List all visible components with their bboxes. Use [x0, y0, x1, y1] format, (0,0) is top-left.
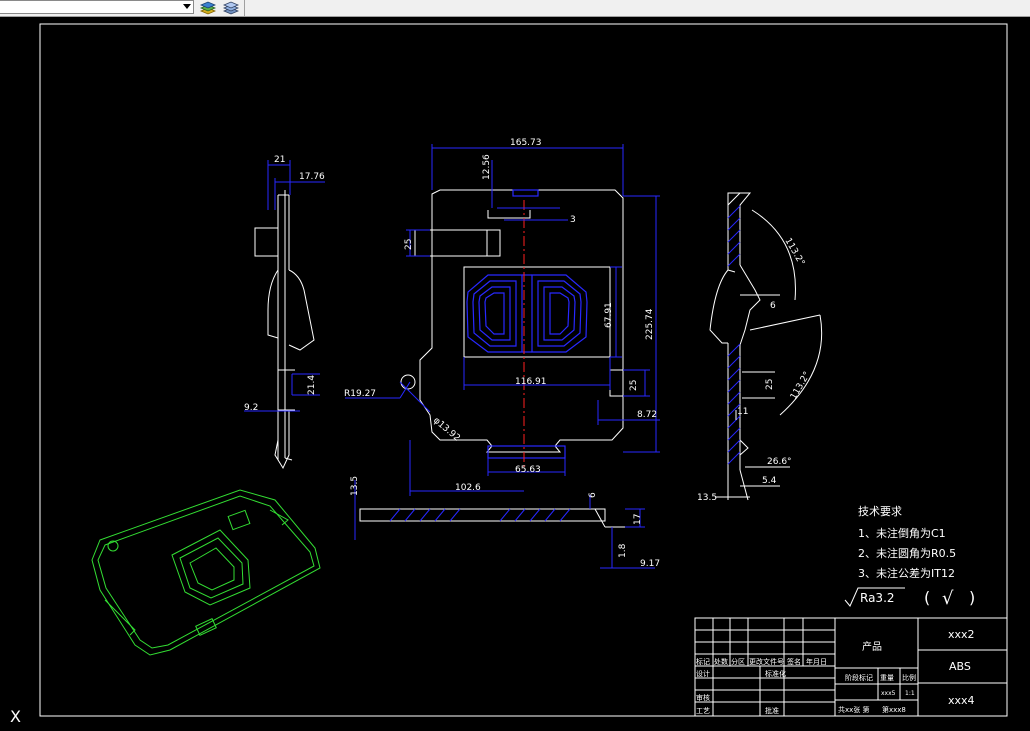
roughness-paren-close: ) [969, 588, 975, 607]
design-label: 设计 [696, 669, 710, 678]
dim-6-bottom: 6 [588, 492, 598, 498]
chevron-down-icon[interactable] [183, 4, 191, 9]
rev-header-3: 分区 [731, 657, 745, 666]
dim-angle1: 113.2° [782, 237, 806, 268]
dim-6: 6 [770, 301, 776, 311]
dim-5-4: 5.4 [762, 476, 777, 486]
dim-17-76: 17.76 [299, 172, 325, 182]
weight-value: xxx5 [881, 690, 896, 697]
dim-bottom-tab: 65.63 [515, 465, 541, 475]
part-no: xxx2 [948, 628, 975, 641]
scale-value: 1:1 [905, 690, 915, 697]
rev-header-4: 更改文件号 [749, 657, 784, 666]
dim-left-block: 25 [404, 239, 414, 250]
layer-previous-icon[interactable] [221, 0, 241, 15]
material: ABS [949, 660, 971, 673]
dim-width: 165.73 [510, 138, 542, 148]
standardize-label: 标准化 [765, 669, 786, 678]
dim-25: 25 [765, 379, 775, 390]
weight-label: 重量 [880, 674, 894, 682]
isometric-view [91, 489, 321, 656]
tech-title: 技术要求 [858, 505, 902, 518]
front-view-outline [400, 189, 624, 453]
dim-angle2: 113.2° [789, 370, 813, 401]
roughness-paren-open: ( [924, 588, 930, 607]
dim-radius: R19.27 [344, 389, 376, 399]
dim-tab-offset: 8.72 [637, 410, 657, 420]
roughness-symbol: Ra3.2 ( √ ) [844, 587, 975, 609]
dim-9-2: 9.2 [244, 403, 258, 413]
dim-top-offset: 12.56 [482, 154, 492, 180]
right-view-hatch [727, 205, 741, 465]
dim-window-height: 67.91 [604, 302, 614, 328]
layer-states-icon[interactable] [198, 0, 218, 15]
stage-mark-label: 阶段标记 [845, 673, 873, 682]
dim-13-5: 13.5 [697, 493, 717, 503]
product-label: 产品 [862, 640, 882, 653]
roughness-check: √ [942, 588, 954, 609]
dim-tab-height: 25 [629, 380, 639, 391]
rev-header-6: 年月日 [806, 657, 827, 666]
dim-left-offset: 102.6 [455, 483, 481, 493]
approve-label: 批准 [765, 706, 779, 715]
process-label: 工艺 [696, 707, 710, 715]
drawing-canvas[interactable]: 21 17.76 21.4 9.2 165.73 12.56 3 25 67.9… [0, 17, 1030, 731]
tech-item-1: 1、未注倒角为C1 [858, 526, 946, 540]
layer-dropdown[interactable] [0, 0, 194, 14]
scale-label: 比例 [902, 673, 916, 682]
dim-hole: φ13.92 [431, 416, 462, 444]
right-view-labels: 113.2° 6 25 113.2° 11 26.6° 5.4 13.5 [697, 237, 813, 504]
sheet-no: 第xxx8 [882, 705, 906, 714]
dim-slot: 3 [570, 215, 576, 225]
dim-21: 21 [274, 155, 285, 165]
bottom-view [359, 508, 625, 528]
bottom-view-labels: 13.5 6 17 1.8 9.17 [350, 476, 660, 569]
toolbar-separator [244, 0, 245, 16]
dim-total-height: 225.74 [645, 308, 655, 340]
rev-header-1: 标记 [696, 657, 710, 666]
bottom-view-hatch [389, 508, 571, 522]
bottom-view-dims [354, 480, 655, 569]
dim-17: 17 [633, 514, 643, 525]
sheets-label: 共xx张 第 [838, 705, 870, 714]
toolbar [0, 0, 1030, 17]
tech-requirements: 技术要求 1、未注倒角为C1 2、未注圆角为R0.5 3、未注公差为IT12 [858, 505, 956, 580]
drawing-no: xxx4 [948, 694, 975, 707]
rev-header-2: 处数 [714, 657, 728, 666]
roughness-value: Ra3.2 [860, 591, 895, 605]
rev-header-5: 签名 [787, 657, 801, 666]
tech-item-2: 2、未注圆角为R0.5 [858, 546, 956, 560]
ucs-icon: X [10, 707, 21, 726]
left-view [254, 190, 315, 470]
right-view [709, 192, 761, 501]
dim-21-4: 21.4 [307, 375, 317, 395]
dim-13-5-bottom: 13.5 [350, 476, 360, 496]
tech-item-3: 3、未注公差为IT12 [858, 566, 955, 580]
dim-11: 11 [737, 407, 748, 417]
dim-9-17: 9.17 [640, 559, 660, 569]
dim-26-6: 26.6° [767, 457, 792, 467]
dim-window-width: 116.91 [515, 377, 547, 387]
dim-1-8: 1.8 [618, 543, 628, 558]
check-label: 审核 [696, 693, 710, 702]
